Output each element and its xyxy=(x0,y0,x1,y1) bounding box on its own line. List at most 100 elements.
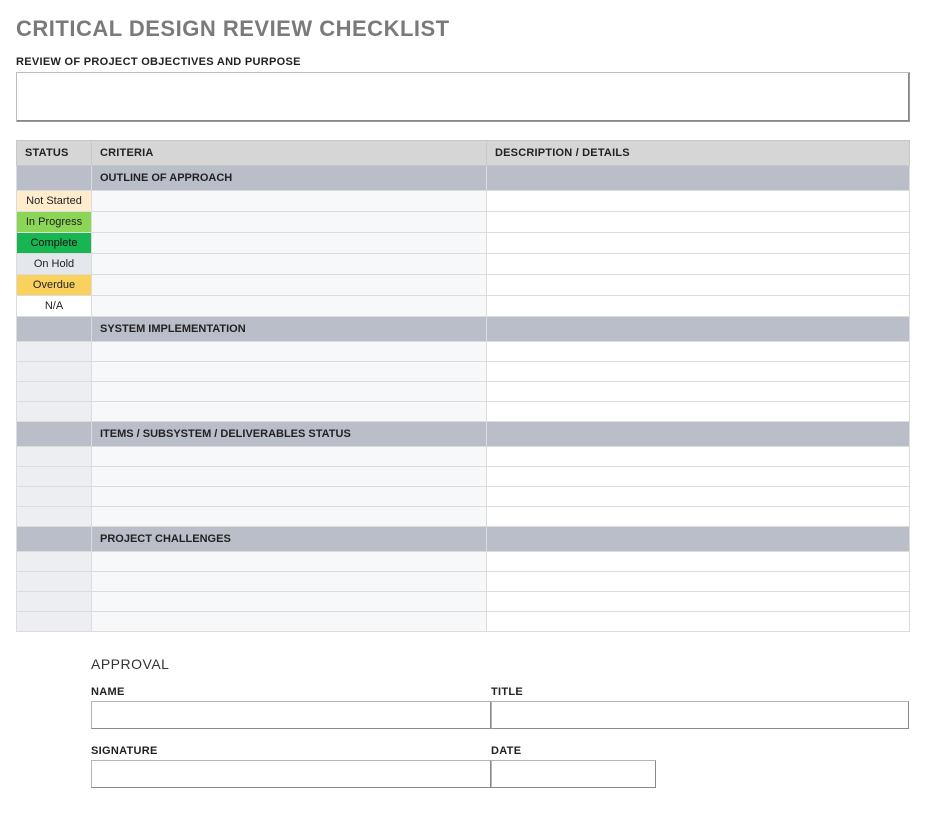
status-cell[interactable]: N/A xyxy=(17,296,92,317)
criteria-cell[interactable] xyxy=(92,402,487,422)
section-header-row: SYSTEM IMPLEMENTATION xyxy=(17,317,910,342)
criteria-cell[interactable] xyxy=(92,254,487,275)
criteria-cell[interactable] xyxy=(92,275,487,296)
criteria-cell[interactable] xyxy=(92,296,487,317)
section-status-cell xyxy=(17,166,92,191)
table-row xyxy=(17,572,910,592)
table-row xyxy=(17,447,910,467)
section-name-cell: OUTLINE OF APPROACH xyxy=(92,166,487,191)
review-label: REVIEW OF PROJECT OBJECTIVES AND PURPOSE xyxy=(16,56,910,68)
status-cell[interactable] xyxy=(17,507,92,527)
status-cell[interactable]: Complete xyxy=(17,233,92,254)
criteria-cell[interactable] xyxy=(92,447,487,467)
description-cell[interactable] xyxy=(487,382,910,402)
status-cell[interactable] xyxy=(17,402,92,422)
criteria-cell[interactable] xyxy=(92,233,487,254)
description-cell[interactable] xyxy=(487,507,910,527)
table-row xyxy=(17,402,910,422)
description-cell[interactable] xyxy=(487,212,910,233)
table-row xyxy=(17,592,910,612)
status-cell[interactable] xyxy=(17,382,92,402)
status-cell[interactable] xyxy=(17,592,92,612)
table-row xyxy=(17,362,910,382)
table-row: On Hold xyxy=(17,254,910,275)
criteria-cell[interactable] xyxy=(92,572,487,592)
table-row xyxy=(17,382,910,402)
approval-title-input[interactable] xyxy=(491,701,909,729)
status-cell[interactable] xyxy=(17,467,92,487)
description-cell[interactable] xyxy=(487,362,910,382)
status-cell[interactable] xyxy=(17,362,92,382)
approval-name-label: NAME xyxy=(91,686,491,698)
table-row xyxy=(17,507,910,527)
table-row: Overdue xyxy=(17,275,910,296)
status-cell[interactable] xyxy=(17,612,92,632)
section-desc-cell xyxy=(487,317,910,342)
description-cell[interactable] xyxy=(487,447,910,467)
description-cell[interactable] xyxy=(487,254,910,275)
col-header-status: STATUS xyxy=(17,141,92,166)
approval-signature-input[interactable] xyxy=(91,760,491,788)
col-header-criteria: CRITERIA xyxy=(92,141,487,166)
description-cell[interactable] xyxy=(487,467,910,487)
status-cell[interactable]: Overdue xyxy=(17,275,92,296)
review-textarea[interactable] xyxy=(16,72,910,122)
criteria-cell[interactable] xyxy=(92,467,487,487)
table-row xyxy=(17,612,910,632)
criteria-cell[interactable] xyxy=(92,552,487,572)
criteria-cell[interactable] xyxy=(92,382,487,402)
description-cell[interactable] xyxy=(487,592,910,612)
status-cell[interactable]: In Progress xyxy=(17,212,92,233)
description-cell[interactable] xyxy=(487,342,910,362)
section-header-row: PROJECT CHALLENGES xyxy=(17,527,910,552)
section-status-cell xyxy=(17,527,92,552)
approval-date-label: DATE xyxy=(491,745,656,757)
section-status-cell xyxy=(17,422,92,447)
description-cell[interactable] xyxy=(487,402,910,422)
checklist-table: STATUS CRITERIA DESCRIPTION / DETAILS OU… xyxy=(16,140,910,632)
page-title: CRITICAL DESIGN REVIEW CHECKLIST xyxy=(16,16,910,42)
description-cell[interactable] xyxy=(487,296,910,317)
section-name-cell: PROJECT CHALLENGES xyxy=(92,527,487,552)
status-cell[interactable] xyxy=(17,572,92,592)
table-row: Complete xyxy=(17,233,910,254)
section-desc-cell xyxy=(487,422,910,447)
table-row: N/A xyxy=(17,296,910,317)
table-row: In Progress xyxy=(17,212,910,233)
criteria-cell[interactable] xyxy=(92,592,487,612)
description-cell[interactable] xyxy=(487,572,910,592)
approval-heading: APPROVAL xyxy=(91,656,911,672)
criteria-cell[interactable] xyxy=(92,507,487,527)
section-desc-cell xyxy=(487,527,910,552)
section-desc-cell xyxy=(487,166,910,191)
status-cell[interactable]: On Hold xyxy=(17,254,92,275)
table-row: Not Started xyxy=(17,191,910,212)
criteria-cell[interactable] xyxy=(92,362,487,382)
status-cell[interactable] xyxy=(17,342,92,362)
criteria-cell[interactable] xyxy=(92,191,487,212)
description-cell[interactable] xyxy=(487,233,910,254)
table-row xyxy=(17,552,910,572)
section-header-row: OUTLINE OF APPROACH xyxy=(17,166,910,191)
status-cell[interactable] xyxy=(17,447,92,467)
approval-signature-label: SIGNATURE xyxy=(91,745,491,757)
table-row xyxy=(17,342,910,362)
criteria-cell[interactable] xyxy=(92,212,487,233)
approval-date-input[interactable] xyxy=(491,760,656,788)
description-cell[interactable] xyxy=(487,612,910,632)
description-cell[interactable] xyxy=(487,191,910,212)
status-cell[interactable] xyxy=(17,552,92,572)
description-cell[interactable] xyxy=(487,275,910,296)
approval-name-input[interactable] xyxy=(91,701,491,729)
approval-title-label: TITLE xyxy=(491,686,909,698)
criteria-cell[interactable] xyxy=(92,487,487,507)
status-cell[interactable] xyxy=(17,487,92,507)
section-name-cell: ITEMS / SUBSYSTEM / DELIVERABLES STATUS xyxy=(92,422,487,447)
description-cell[interactable] xyxy=(487,487,910,507)
status-cell[interactable]: Not Started xyxy=(17,191,92,212)
col-header-description: DESCRIPTION / DETAILS xyxy=(487,141,910,166)
description-cell[interactable] xyxy=(487,552,910,572)
criteria-cell[interactable] xyxy=(92,612,487,632)
section-header-row: ITEMS / SUBSYSTEM / DELIVERABLES STATUS xyxy=(17,422,910,447)
criteria-cell[interactable] xyxy=(92,342,487,362)
